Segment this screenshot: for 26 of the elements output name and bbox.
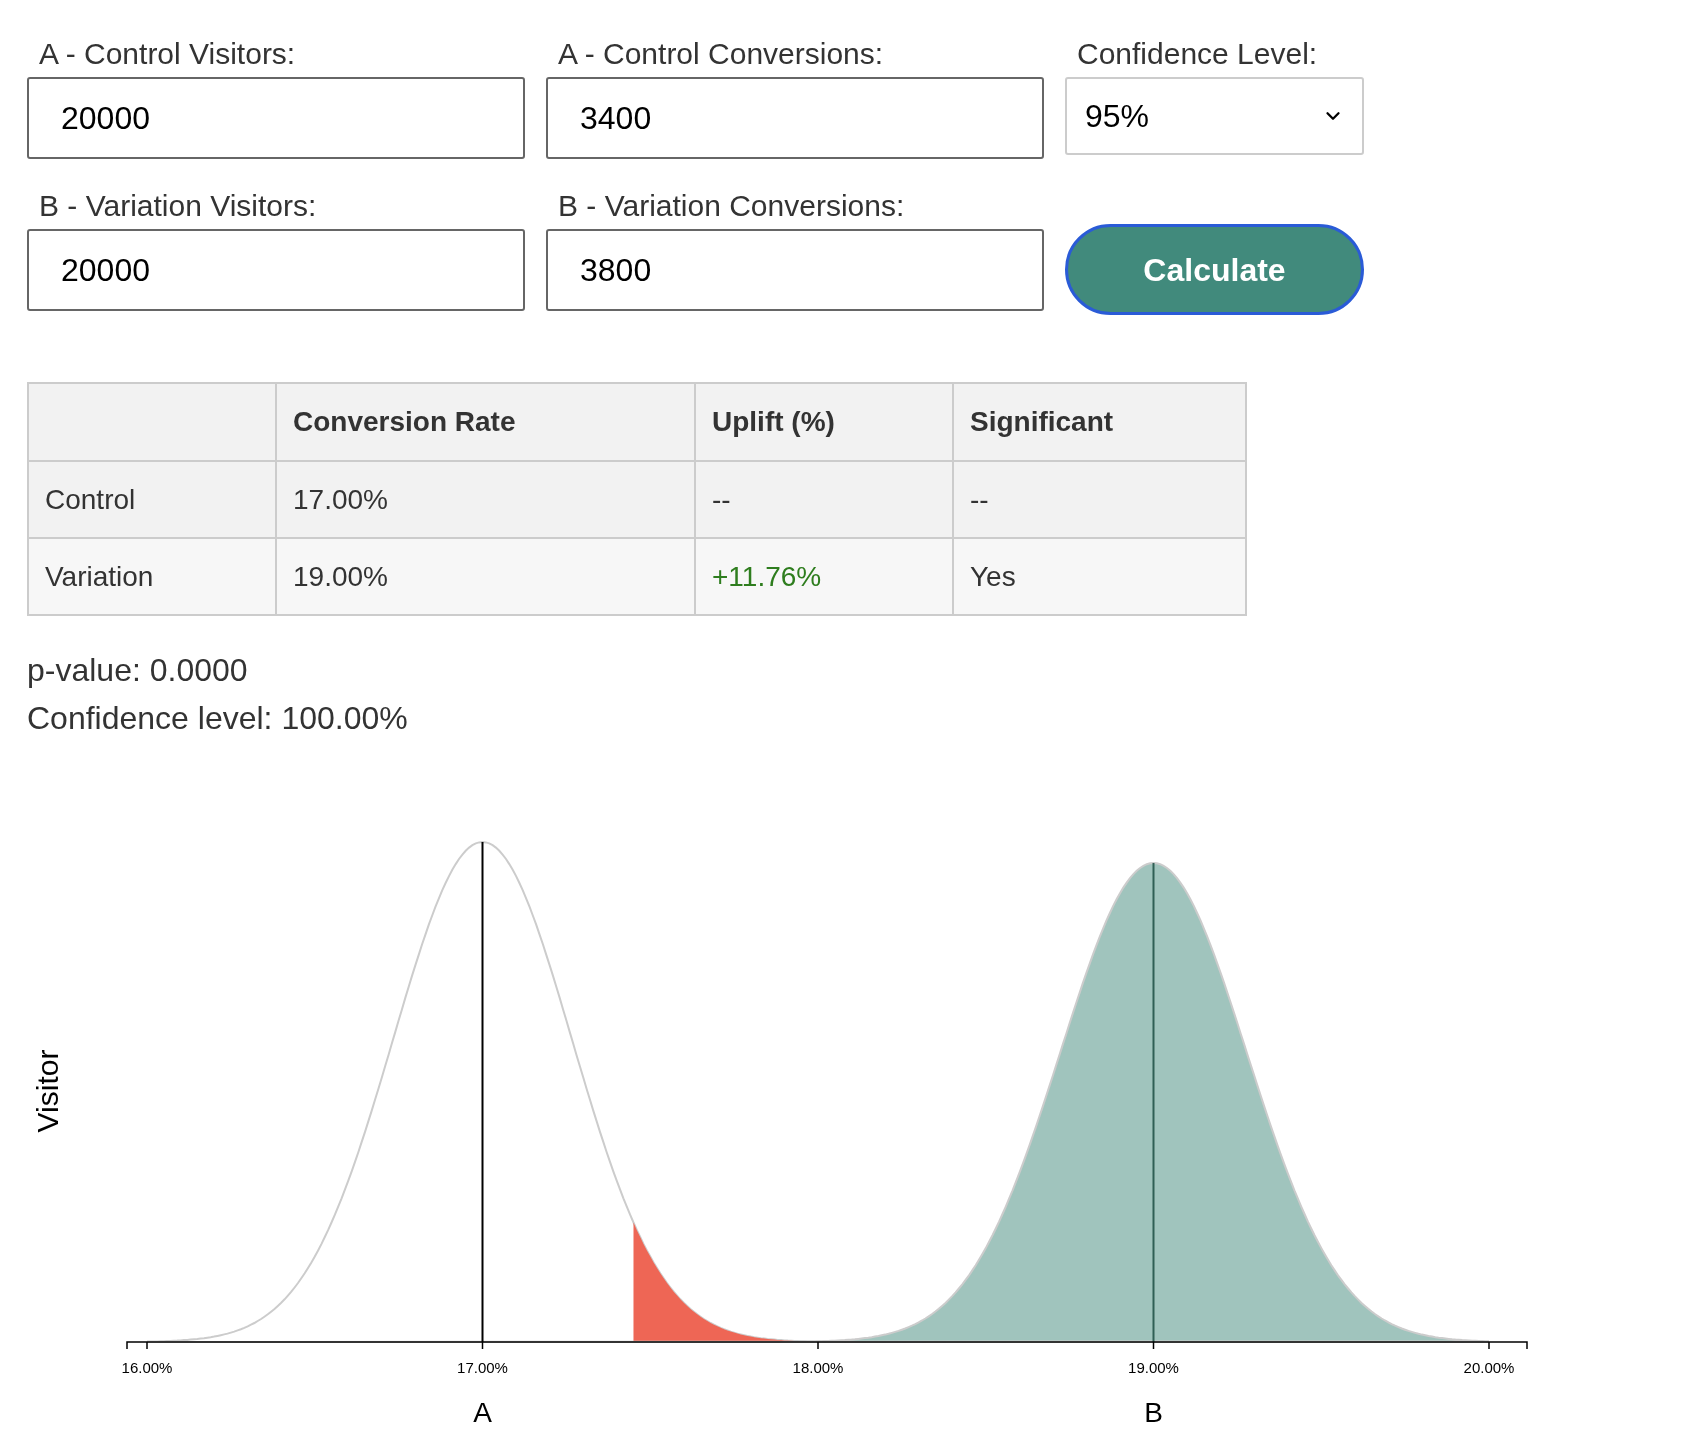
x-tick-label: 16.00% — [121, 1359, 173, 1376]
field-label: B - Variation Visitors: — [38, 188, 318, 224]
table-cell: Variation — [28, 538, 276, 615]
table-cell: Yes — [953, 538, 1246, 615]
field-label: A - Control Conversions: — [557, 36, 885, 72]
field-label: Confidence Level: — [1076, 36, 1319, 72]
field-label: B - Variation Conversions: — [557, 188, 906, 224]
stat-text: p-value: 0.0000 — [27, 651, 249, 690]
group-label: B — [1144, 1397, 1163, 1428]
column-header: Conversion Rate — [276, 383, 695, 461]
table-cell: 19.00% — [276, 538, 695, 615]
y-axis-label: Visitor — [31, 1049, 64, 1133]
x-tick-label: 20.00% — [1463, 1359, 1515, 1376]
group-label: A — [473, 1397, 492, 1428]
x-tick-label: 19.00% — [1128, 1359, 1179, 1376]
x-tick-label: 18.00% — [792, 1359, 844, 1376]
field-label: A - Control Visitors: — [38, 36, 297, 72]
confidence-select[interactable]: 95% — [1065, 77, 1364, 155]
table-cell: +11.76% — [695, 538, 953, 615]
input-field[interactable]: 20000 — [27, 229, 525, 311]
calculate-button[interactable]: Calculate — [1065, 224, 1364, 315]
x-tick-label: 17.00% — [457, 1359, 508, 1376]
stat-text: Confidence level: 100.00% — [27, 699, 409, 738]
input-field[interactable]: 3400 — [546, 77, 1044, 159]
input-field[interactable]: 20000 — [27, 77, 525, 159]
input-field[interactable]: 3800 — [546, 229, 1044, 311]
